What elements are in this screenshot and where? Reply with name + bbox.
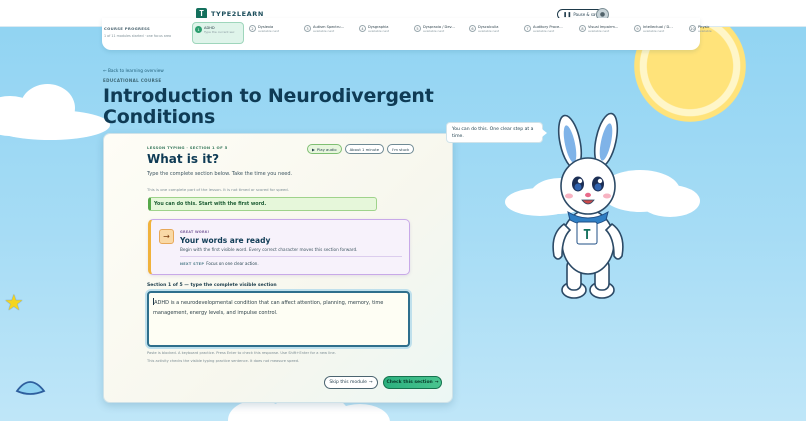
next-step-text: Focus on one clear action. [206,261,259,266]
typing-input[interactable]: ADHD is a neurodevelopmental condition t… [147,291,410,347]
module-step-text: Dysgraphia available next [368,25,389,33]
module-step[interactable]: 8 Visual Impairm... available next [577,22,629,44]
course-progress-label: COURSE PROGRESS [104,26,151,31]
lesson-meta-note: This is one complete part of the lesson.… [147,187,289,192]
module-step[interactable]: 7 Auditory Proce... available next [522,22,574,44]
lesson-pills: ▶ Play audio About 1 minute I'm stuck [307,144,415,154]
brand-name: TYPE2LEARN [211,9,264,18]
play-icon: ▶ [312,146,315,152]
skip-module-button[interactable]: Skip this module → [324,376,378,389]
course-progress-strip: COURSE PROGRESS 1 of 11 modules started … [102,18,712,50]
arrow-right-icon: → [368,380,373,385]
module-step[interactable]: 9 Intellectual / D... available next [632,22,684,44]
module-steps: 1 ADHD Type the current sec 2 Dyslexia availa… [192,22,739,44]
star-icon: ★ [4,291,24,316]
check-section-button[interactable]: Check this section → [383,376,442,389]
module-step[interactable]: 5 Dyspraxia / Dev... available next [412,22,464,44]
play-audio-button[interactable]: ▶ Play audio [307,144,342,154]
module-step-status: available next [368,29,390,33]
module-step-number: 9 [634,25,641,32]
module-step-status: available next [423,29,445,33]
typing-hint-secondary: This activity checks the visible typing … [147,359,300,363]
module-step[interactable]: 4 Dysgraphia available next [357,22,409,44]
module-step-text: Autism Spectru... available next [313,25,344,33]
module-step-status: available next [478,29,500,33]
course-eyebrow: EDUCATIONAL COURSE [103,78,162,83]
module-step[interactable]: 10 Physic available [687,22,739,44]
feedback-panel: → GREAT WORK! Your words are ready Begin… [148,219,410,275]
module-step-number: 10 [689,25,696,32]
course-progress-sub: 1 of 11 modules started · one focus area [104,34,172,38]
typing-text: ADHD is a neurodevelopmental condition t… [153,300,384,316]
next-step-label: NEXT STEP [180,262,205,266]
module-step-status: available next [533,29,555,33]
skip-module-label: Skip this module [329,380,367,385]
module-step-status: available next [258,29,280,33]
module-step-text: Auditory Proce... available next [533,25,563,33]
module-step-number: 8 [579,25,586,32]
leaf-icon [15,381,46,395]
lesson-instructions: Type the complete section below. Take th… [147,171,293,177]
module-step[interactable]: 3 Autism Spectru... available next [302,22,354,44]
module-step-status: available [698,29,712,33]
lesson-card: LESSON TYPING · SECTION 1 OF 5 What is i… [103,133,453,403]
feedback-eyebrow: GREAT WORK! [180,230,210,234]
module-step[interactable]: 1 ADHD Type the current sec [192,22,244,44]
pause-icon: ❚❚ [563,11,572,18]
module-step-status: Type the current sec [204,30,235,34]
arrow-right-icon: → [434,380,439,385]
im-stuck-button[interactable]: I'm stuck [387,144,415,154]
module-step-text: Dyslexia available next [258,25,279,33]
play-audio-label: Play audio [316,146,337,152]
module-step-text: Physic available [698,25,712,33]
mascot-badge-glyph: T [583,228,591,243]
bunny-mascot-icon: T [552,112,624,299]
module-step-number: 7 [524,25,531,32]
mascot-speech-bubble: You can do this. One clear step at a tim… [446,122,547,143]
module-step-status: available next [643,29,665,33]
module-step-number: 1 [195,26,202,33]
lesson-title: What is it? [147,152,220,166]
module-step-number: 3 [304,25,311,32]
encouragement-banner: You can do this. Start with the first wo… [148,197,377,211]
module-step[interactable]: 6 Dyscalculia available next [467,22,519,44]
module-step-number: 4 [359,25,366,32]
cloud [0,110,110,140]
module-step-text: Dyscalculia available next [478,25,499,33]
feedback-divider [180,256,402,257]
module-step-number: 6 [469,25,476,32]
lesson-eyebrow: LESSON TYPING · SECTION 1 OF 5 [147,145,228,150]
check-section-label: Check this section [386,380,433,385]
feedback-description: Begin with the first visible word. Every… [180,247,358,252]
module-step-text: ADHD Type the current sec [204,26,235,34]
back-to-overview-link[interactable]: ← Back to learning overview [103,69,164,74]
module-step-text: Visual Impairm... available next [588,25,618,33]
arrow-right-icon: → [159,229,174,244]
feedback-title: Your words are ready [180,236,271,245]
next-step: NEXT STEP Focus on one clear action. [180,261,259,266]
typing-hint: Paste is blocked. A keyboard practice. P… [147,351,336,355]
duration-badge: About 1 minute [344,144,385,154]
module-step-text: Dyspraxia / Dev... available next [423,25,455,33]
module-step[interactable]: 2 Dyslexia available next [247,22,299,44]
module-step-text: Intellectual / D... available next [643,25,673,33]
typing-section-label: Section 1 of 5 — type the complete visib… [147,283,277,288]
module-step-status: available next [313,29,335,33]
module-step-number: 2 [249,25,256,32]
module-step-status: available next [588,29,610,33]
cloud [640,185,700,217]
module-step-number: 5 [414,25,421,32]
page-title: Introduction to Neurodivergent Condition… [103,85,434,128]
